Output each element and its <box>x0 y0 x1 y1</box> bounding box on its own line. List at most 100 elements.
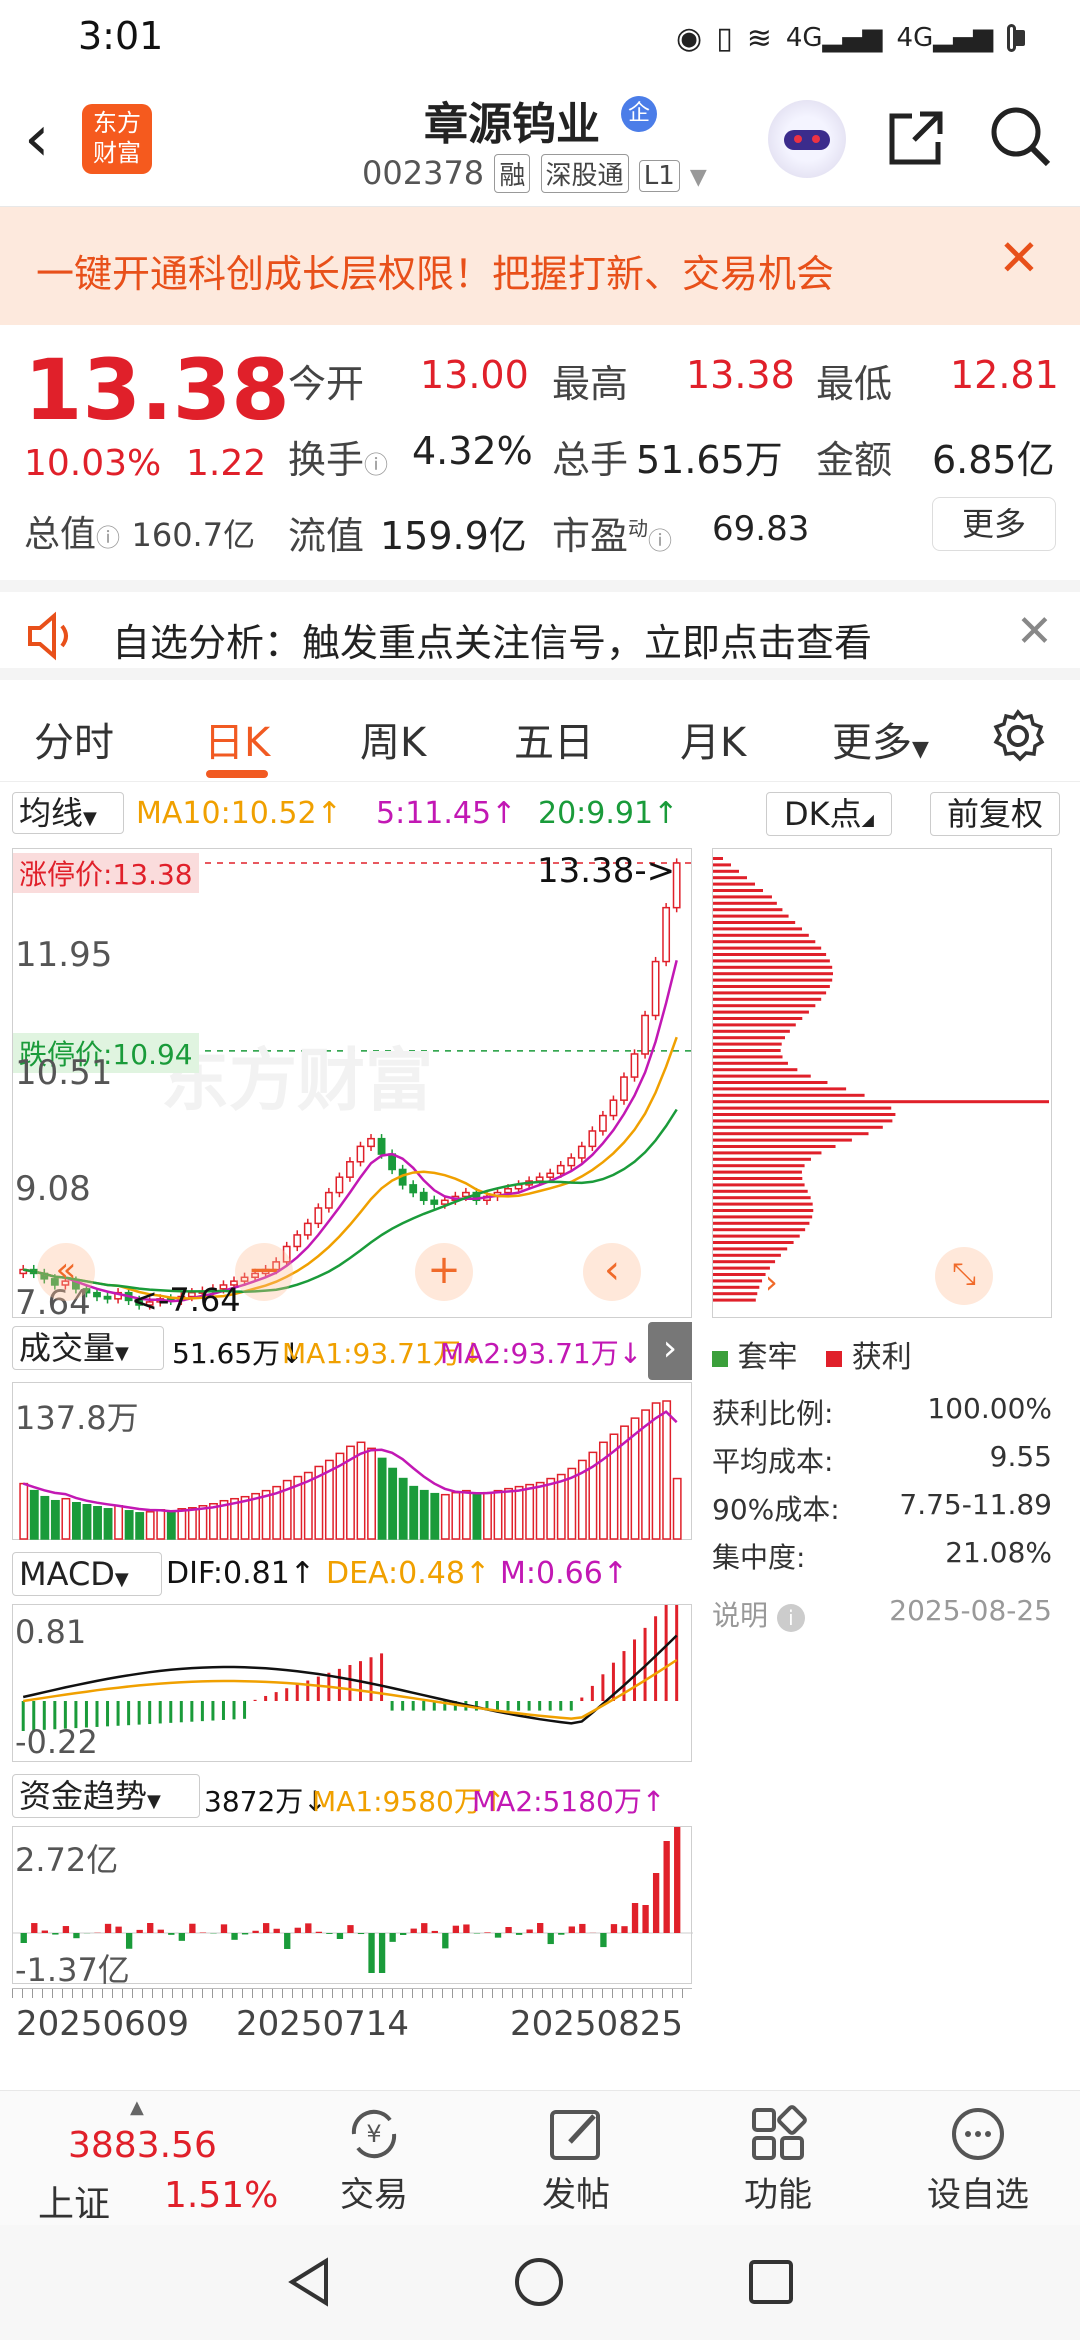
explain-link[interactable]: 说明 <box>712 1599 768 1632</box>
fund-bar <box>189 1923 196 1933</box>
chip-left-icon[interactable]: › <box>765 1263 778 1301</box>
fund-bar <box>284 1933 291 1949</box>
market-cap[interactable]: 总值ⓘ 160.7亿 <box>24 505 255 557</box>
chip-bar <box>713 997 822 1001</box>
scroll-left-button[interactable]: ‹ <box>583 1243 641 1301</box>
date-label-mid: 20250714 <box>236 2004 410 2044</box>
trade-button[interactable]: ¥ 交易 <box>304 2101 444 2216</box>
chip-bar <box>713 1132 869 1136</box>
volume-ymax: 137.8万 <box>15 1399 139 1437</box>
chip-row: 平均成本: 9.55 <box>712 1440 1052 1480</box>
chip-bar <box>713 959 830 963</box>
macd-ybottom: -0.22 <box>15 1723 98 1761</box>
chip-row-value: 9.55 <box>989 1440 1052 1473</box>
expand-icon[interactable]: ⤡ <box>935 1247 993 1305</box>
fund-select[interactable]: 资金趋势▼ <box>12 1774 200 1818</box>
dk-point-button[interactable]: DK点◢ <box>766 792 892 836</box>
volume-panel[interactable]: 137.8万 <box>12 1382 692 1540</box>
tab-intraday[interactable]: 分时 <box>34 710 114 768</box>
chip-distribution-panel[interactable]: › ⤡ <box>712 848 1052 1318</box>
fast-back-button[interactable]: « <box>37 1243 95 1301</box>
more-button[interactable]: 更多 <box>932 497 1056 551</box>
date-label-end: 20250825 <box>510 2004 684 2044</box>
chip-date: 2025-08-25 <box>889 1594 1052 1627</box>
robot-avatar[interactable] <box>768 100 846 178</box>
notice-bar[interactable]: 自选分析：触发重点关注信号，立即点击查看 ✕ <box>0 580 1080 680</box>
tab-weekly-k[interactable]: 周K <box>360 710 426 768</box>
adjust-button[interactable]: 前复权 <box>930 792 1060 836</box>
candle <box>93 1291 101 1298</box>
candle <box>103 1295 112 1300</box>
function-button[interactable]: 功能 <box>708 2101 848 2216</box>
chip-bar <box>713 1196 811 1200</box>
nav-home-icon[interactable] <box>512 2255 566 2309</box>
fund-bar <box>136 1929 143 1933</box>
promo-banner[interactable]: 一键开通科创成长层权限！把握打新、交易机会 ✕ <box>0 207 1080 325</box>
candle <box>346 1161 354 1178</box>
ma-select[interactable]: 均线▼ <box>12 792 124 834</box>
index-ticker[interactable]: ▲ 3883.56 上证 1.51% <box>12 2097 280 2225</box>
tab-five-day[interactable]: 五日 <box>514 710 594 768</box>
macd-dif-legend: DIF:0.81↑ <box>166 1556 315 1591</box>
chip-bar <box>713 1183 805 1187</box>
chip-bar <box>713 1125 883 1129</box>
last-price: 13.38 <box>24 341 290 439</box>
dk-label: DK点 <box>784 795 862 833</box>
chip-bar <box>713 1061 788 1065</box>
post-button[interactable]: 发帖 <box>506 2101 646 2216</box>
limit-up-label: 涨停价:13.38 <box>13 853 199 893</box>
add-watchlist-button[interactable]: 设自选 <box>908 2101 1048 2216</box>
change-value: 1.22 <box>186 443 267 484</box>
back-icon[interactable]: ‹ <box>24 102 50 176</box>
dif-line <box>22 1634 678 1725</box>
close-icon[interactable]: ✕ <box>998 229 1040 287</box>
fund-bar <box>62 1926 70 1933</box>
tab-more[interactable]: 更多▼ <box>832 710 929 768</box>
tab-daily-k[interactable]: 日K <box>204 710 270 768</box>
volume-bar <box>135 1512 145 1540</box>
gear-icon[interactable] <box>990 708 1046 764</box>
macd-select[interactable]: MACD▼ <box>12 1552 162 1596</box>
candle <box>335 1176 344 1194</box>
volume-bar <box>82 1504 92 1540</box>
volume-bar <box>29 1489 39 1540</box>
macd-panel[interactable]: 0.81 -0.22 <box>12 1604 692 1762</box>
close-icon[interactable]: ✕ <box>1016 606 1053 657</box>
logo-text-1: 东方 <box>93 109 141 137</box>
bottom-toolbar: ▲ 3883.56 上证 1.51% ¥ 交易 发帖 功能 设自选 <box>0 2090 1080 2225</box>
chip-bar <box>713 1042 782 1046</box>
fund-panel[interactable]: 2.72亿 -1.37亿 <box>12 1826 693 1989</box>
info-icon[interactable]: i <box>776 1604 805 1632</box>
chip-bar <box>713 946 822 950</box>
zoom-in-button[interactable]: + <box>415 1243 473 1301</box>
nav-back-icon[interactable] <box>282 2255 336 2309</box>
fund-bar <box>31 1923 38 1933</box>
kline-panel[interactable]: 东方财富 涨停价:13.38 跌停价:10.94 13.38-> 11.95 1… <box>12 848 693 1323</box>
volume-select-label: 成交量 <box>19 1329 116 1367</box>
candle <box>567 1157 576 1167</box>
battery-icon <box>1007 24 1026 52</box>
chip-bar <box>713 876 747 880</box>
chip-bar <box>713 1081 828 1084</box>
chip-bar <box>713 1068 798 1072</box>
volume-bar <box>672 1477 682 1540</box>
fund-bar <box>168 1933 175 1935</box>
app-logo[interactable]: 东方 财富 <box>82 104 152 174</box>
nav-recent-icon[interactable] <box>744 2255 798 2309</box>
watermark: 东方财富 <box>161 1042 434 1121</box>
zoom-out-button[interactable]: − <box>235 1243 293 1301</box>
candle <box>577 1145 586 1159</box>
stock-code-line[interactable]: 002378 融 深股通 L1 ▼ <box>362 154 707 193</box>
info-icon: ⓘ <box>96 524 121 552</box>
search-icon[interactable] <box>988 104 1054 170</box>
share-icon[interactable] <box>884 106 948 170</box>
volume-bar <box>535 1481 545 1540</box>
chip-row-label: 集中度: <box>712 1541 806 1574</box>
volume-select[interactable]: 成交量▼ <box>12 1326 164 1370</box>
tab-monthly-k[interactable]: 月K <box>680 710 746 768</box>
chip-bar <box>713 1215 813 1219</box>
fund-bar <box>610 1924 618 1933</box>
volume-bar <box>651 1402 661 1540</box>
chip-bar <box>713 1253 781 1257</box>
expand-panel-button[interactable]: › <box>648 1322 692 1380</box>
